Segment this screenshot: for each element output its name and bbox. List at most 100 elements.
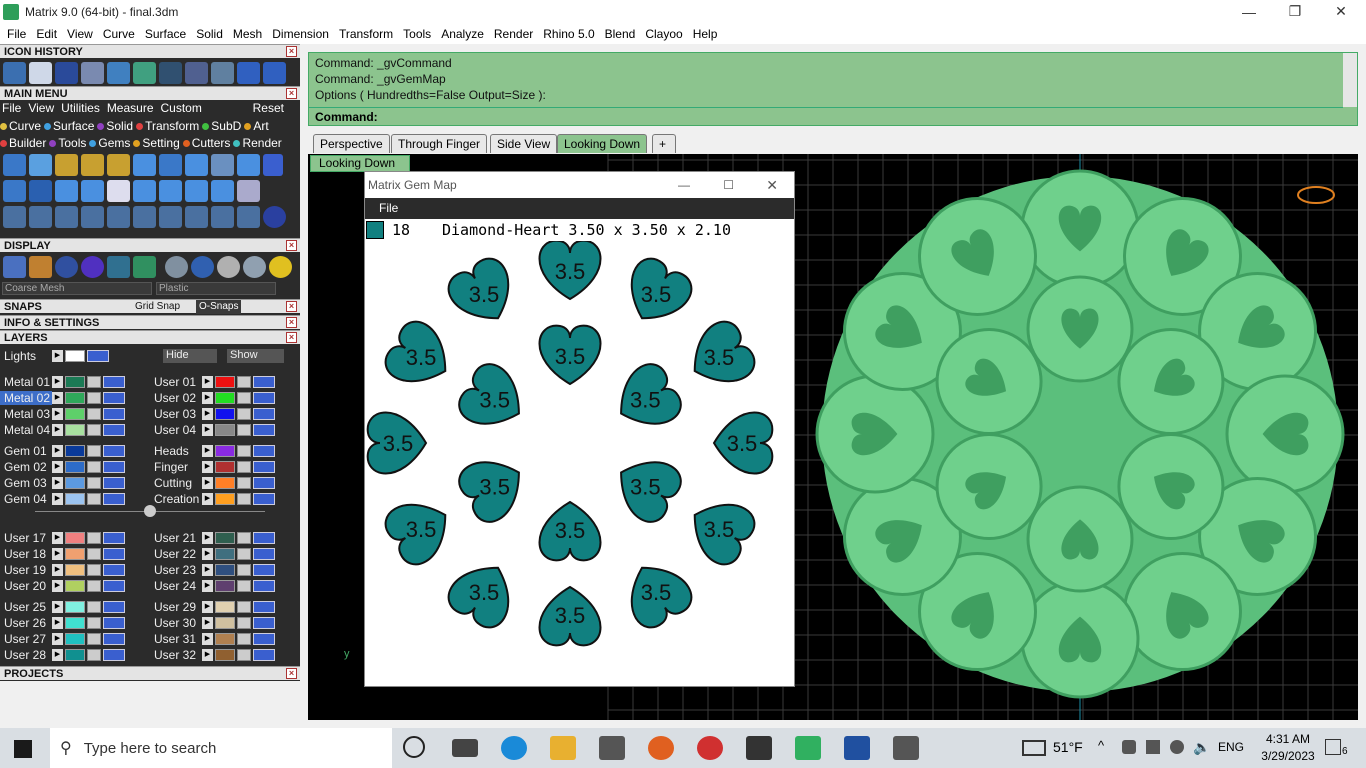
arrow-icon[interactable]: ▶	[202, 407, 213, 420]
layer-name[interactable]: Finger	[150, 460, 202, 474]
layer-name[interactable]: User 21	[150, 531, 202, 545]
tool-icon[interactable]	[237, 180, 260, 202]
visibility-toggle[interactable]	[87, 349, 109, 362]
save-icon[interactable]	[55, 62, 78, 84]
layer-row[interactable]: User 18 ▶	[0, 546, 140, 561]
lock-icon[interactable]	[237, 579, 251, 592]
color-swatch[interactable]	[215, 547, 235, 560]
back-arrow-icon[interactable]	[237, 62, 260, 84]
color-swatch[interactable]	[215, 423, 235, 436]
print-icon[interactable]	[185, 62, 208, 84]
visibility-toggle[interactable]	[103, 407, 125, 420]
ghost-icon[interactable]	[29, 256, 52, 278]
lock-icon[interactable]	[87, 563, 101, 576]
tool-icon[interactable]	[133, 180, 156, 202]
chevron-up-icon[interactable]: ^	[1098, 738, 1104, 753]
main-menu-header[interactable]: MAIN MENU ×	[0, 86, 300, 100]
layer-name[interactable]: User 31	[150, 632, 202, 646]
lock-icon[interactable]	[87, 391, 101, 404]
layer-name[interactable]: Heads	[150, 444, 202, 458]
visibility-toggle[interactable]	[253, 444, 275, 457]
lock-icon[interactable]	[237, 407, 251, 420]
color-swatch[interactable]	[215, 375, 235, 388]
edge-icon[interactable]	[501, 736, 527, 760]
arrow-icon[interactable]: ▶	[52, 563, 63, 576]
visibility-toggle[interactable]	[253, 632, 275, 645]
arrow-icon[interactable]: ▶	[202, 648, 213, 661]
visibility-toggle[interactable]	[103, 648, 125, 661]
network-icon[interactable]	[1122, 740, 1136, 754]
layer-name[interactable]: User 29	[150, 600, 202, 614]
tool-icon[interactable]	[237, 154, 260, 176]
color-swatch[interactable]	[65, 563, 85, 576]
tool-icon[interactable]	[107, 180, 130, 202]
lock-icon[interactable]	[237, 616, 251, 629]
cat-subd[interactable]: SubD	[202, 118, 241, 134]
color-swatch[interactable]	[65, 460, 85, 473]
mm-view[interactable]: View	[26, 101, 59, 117]
layer-name[interactable]: User 25	[0, 600, 52, 614]
mm-utilities[interactable]: Utilities	[59, 101, 105, 117]
volume-icon[interactable]: 🔈	[1193, 739, 1210, 756]
tab-perspective[interactable]: Perspective	[313, 134, 390, 153]
arrow-icon[interactable]: ▶	[202, 531, 213, 544]
layer-name[interactable]: User 26	[0, 616, 52, 630]
menu-edit[interactable]: Edit	[31, 27, 62, 41]
layer-row[interactable]: User 24 ▶	[150, 578, 290, 593]
visibility-toggle[interactable]	[103, 460, 125, 473]
color-swatch[interactable]	[65, 492, 85, 505]
material-select[interactable]: Plastic	[156, 282, 276, 295]
color-swatch[interactable]	[65, 579, 85, 592]
snaps-header[interactable]: SNAPS Grid Snap O-Snaps ×	[0, 299, 300, 314]
layer-row[interactable]: User 17 ▶	[0, 530, 140, 545]
lock-icon[interactable]	[237, 632, 251, 645]
arrow-icon[interactable]: ▶	[202, 375, 213, 388]
lock-icon[interactable]	[87, 547, 101, 560]
layer-name[interactable]: Metal 04	[0, 423, 52, 437]
layer-row[interactable]: User 30 ▶	[150, 615, 290, 630]
menu-help[interactable]: Help	[688, 27, 723, 41]
temperature[interactable]: 51°F	[1053, 739, 1083, 755]
gem-map-file-menu[interactable]: File	[379, 201, 398, 215]
lock-icon[interactable]	[237, 375, 251, 388]
visibility-toggle[interactable]	[253, 460, 275, 473]
arrow-icon[interactable]: ▶	[202, 632, 213, 645]
layers-header[interactable]: LAYERS ×	[0, 330, 300, 344]
lock-icon[interactable]	[87, 460, 101, 473]
taskbar-search[interactable]: ⚲ Type here to search	[50, 728, 392, 768]
lock-icon[interactable]	[237, 423, 251, 436]
arrow-icon[interactable]: ▶	[52, 391, 63, 404]
visibility-toggle[interactable]	[253, 547, 275, 560]
layer-row[interactable]: User 19 ▶	[0, 562, 140, 577]
command-prompt[interactable]: Command:	[309, 107, 1343, 126]
lock-icon[interactable]	[237, 547, 251, 560]
lock-icon[interactable]	[87, 531, 101, 544]
color-swatch[interactable]	[65, 407, 85, 420]
wifi-icon[interactable]	[1170, 740, 1184, 754]
close-icon[interactable]: ×	[286, 240, 297, 251]
lights-layer[interactable]: Lights ▶	[0, 348, 140, 363]
cat-art[interactable]: Art	[244, 118, 269, 134]
xray-icon[interactable]	[107, 256, 130, 278]
store-icon[interactable]	[599, 736, 625, 760]
move-icon[interactable]	[107, 206, 130, 228]
wireframe-icon[interactable]	[3, 256, 26, 278]
clock-time[interactable]: 4:31 AM	[1258, 732, 1318, 746]
tool-icon[interactable]	[81, 206, 104, 228]
forward-arrow-icon[interactable]	[263, 62, 286, 84]
lock-icon[interactable]	[237, 391, 251, 404]
add-tab-button[interactable]: +	[652, 134, 676, 153]
menu-solid[interactable]: Solid	[191, 27, 228, 41]
layer-name[interactable]: User 17	[0, 531, 52, 545]
cat-gems[interactable]: Gems	[89, 135, 130, 151]
layer-row[interactable]: User 22 ▶	[150, 546, 290, 561]
gold-ball-icon[interactable]	[269, 256, 292, 278]
layer-row[interactable]: User 25 ▶	[0, 599, 140, 614]
tool-icon[interactable]	[263, 154, 283, 176]
lock-icon[interactable]	[87, 579, 101, 592]
arrow-icon[interactable]: ▶	[52, 600, 63, 613]
close-button[interactable]: ✕	[766, 177, 778, 194]
color-swatch[interactable]	[215, 476, 235, 489]
lock-icon[interactable]	[87, 423, 101, 436]
tool-icon[interactable]	[185, 180, 208, 202]
